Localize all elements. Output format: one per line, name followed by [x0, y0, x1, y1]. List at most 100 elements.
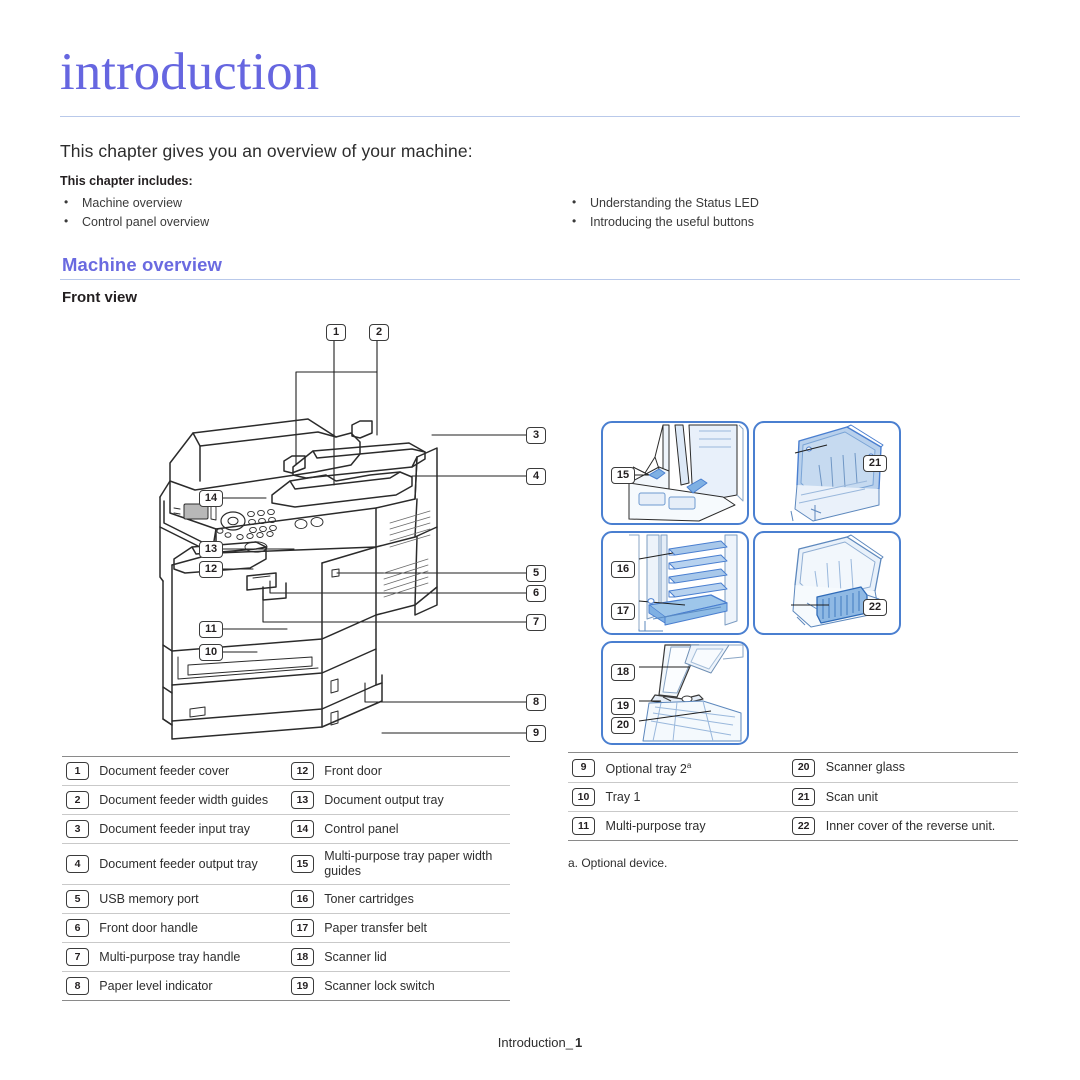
- footer-label: Introduction_: [497, 1035, 573, 1050]
- list-item[interactable]: Introducing the useful buttons: [568, 212, 1008, 231]
- section-divider: [60, 279, 1020, 280]
- part-label: Scanner lid: [324, 949, 387, 964]
- list-item[interactable]: Machine overview: [60, 193, 520, 212]
- table-row: 2 Document feeder width guides 13 Docume…: [62, 785, 510, 815]
- chapter-lead-text: This chapter gives you an overview of yo…: [60, 141, 473, 161]
- chapter-includes-list-left: Machine overview Control panel overview: [60, 193, 520, 232]
- part-number-cell: 4: [62, 844, 99, 885]
- part-number-cell: 3: [62, 815, 99, 844]
- callout-badge-4: 4: [526, 468, 546, 485]
- list-item[interactable]: Control panel overview: [60, 212, 520, 231]
- num-badge: 16: [290, 890, 314, 908]
- reverse-unit-drawing: [791, 534, 884, 628]
- part-number-cell: 5: [62, 885, 99, 914]
- part-label: Document feeder cover: [99, 763, 230, 778]
- part-label: Document feeder input tray: [99, 821, 251, 836]
- table-row: 3 Document feeder input tray 14 Control …: [62, 814, 510, 844]
- part-label: Toner cartridges: [324, 891, 414, 906]
- parts-table-left: 1 Document feeder cover 12 Front door 2 …: [62, 756, 510, 1001]
- part-label: Multi-purpose tray: [606, 812, 789, 841]
- part-number-cell: 17: [287, 914, 324, 943]
- callout-badge-14: 14: [199, 490, 223, 507]
- num-badge: 18: [290, 948, 314, 966]
- table-row: 1 Document feeder cover 12 Front door: [62, 756, 510, 786]
- footer-page-number: 1: [574, 1035, 583, 1050]
- callout-badge-16: 16: [611, 561, 635, 578]
- part-label: Inner cover of the reverse unit.: [825, 818, 996, 833]
- scan-unit-drawing: [790, 424, 884, 522]
- num-badge: 3: [66, 820, 89, 838]
- list-item[interactable]: Understanding the Status LED: [568, 193, 1008, 212]
- callout-badge-19: 19: [611, 698, 635, 715]
- part-number-cell: 9: [568, 753, 606, 783]
- part-label: Optional tray 2a: [606, 753, 789, 783]
- printer-illustration: [159, 340, 527, 740]
- num-badge: 11: [572, 817, 595, 836]
- part-label: Paper level indicator: [99, 978, 213, 993]
- callout-badge-3: 3: [526, 427, 546, 444]
- part-number-cell: 20: [788, 753, 826, 783]
- part-label: Document output tray: [324, 792, 444, 807]
- callout-badge-12: 12: [199, 561, 223, 578]
- part-number-cell: 10: [568, 783, 606, 812]
- num-badge: 9: [572, 758, 595, 777]
- table-row: 4 Document feeder output tray 15 Multi-p…: [62, 843, 510, 885]
- part-label-text: Multi-purpose tray: [605, 818, 706, 833]
- table-row: 8 Paper level indicator 19 Scanner lock …: [62, 971, 510, 1001]
- num-badge: 17: [290, 919, 314, 937]
- part-label: Multi-purpose tray paper width guides: [324, 849, 493, 878]
- callout-badge-1: 1: [326, 324, 346, 341]
- callout-badge-20: 20: [611, 717, 635, 734]
- num-badge: 15: [290, 855, 314, 873]
- detail-panel-scanner-glass: 18 19 20: [601, 641, 749, 745]
- part-number-cell: 19: [287, 972, 324, 1001]
- num-badge: 7: [66, 948, 89, 966]
- callout-badge-10: 10: [199, 644, 223, 661]
- callout-badge-6: 6: [526, 585, 546, 602]
- num-badge: 19: [290, 977, 314, 995]
- part-label: Document feeder output tray: [99, 856, 258, 871]
- part-number-cell: 15: [287, 844, 324, 885]
- chapter-includes-list-right: Understanding the Status LED Introducing…: [568, 193, 1008, 232]
- part-label: USB memory port: [99, 891, 199, 906]
- part-number-cell: 18: [287, 943, 324, 972]
- part-number-cell: 14: [287, 815, 324, 844]
- table-row: 7 Multi-purpose tray handle 18 Scanner l…: [62, 942, 510, 972]
- part-number-cell: 1: [62, 757, 99, 786]
- table-row: 9 Optional tray 2a 20 Scanner glass: [568, 752, 1018, 783]
- callout-badge-7: 7: [526, 614, 546, 631]
- footnote-marker: a: [686, 761, 692, 770]
- num-badge: 6: [66, 919, 89, 937]
- front-view-figure: 1 2 3 4 5 6 7 8 9 10 11 12 13 14 15 21 1…: [60, 315, 1020, 745]
- part-label: Scanner lock switch: [324, 978, 435, 993]
- part-label: Scan unit: [825, 789, 878, 804]
- document-page: introduction This chapter gives you an o…: [0, 0, 1080, 1080]
- callout-badge-15: 15: [611, 467, 635, 484]
- num-badge: 10: [572, 788, 595, 807]
- part-number-cell: 11: [568, 812, 606, 841]
- part-number-cell: 7: [62, 943, 99, 972]
- num-badge: 12: [290, 762, 314, 780]
- title-divider: [60, 116, 1020, 117]
- callout-badge-22: 22: [863, 599, 887, 616]
- callout-badge-9: 9: [526, 725, 546, 742]
- detail-panel-mp-tray-guides: 15: [601, 421, 749, 525]
- part-label: Multi-purpose tray handle: [99, 949, 241, 964]
- part-number-cell: 21: [788, 783, 826, 812]
- callout-badge-11: 11: [199, 621, 223, 638]
- part-label: Scanner glass: [825, 760, 905, 775]
- callout-badge-17: 17: [611, 603, 635, 620]
- sub-heading-front-view: Front view: [62, 289, 138, 306]
- chapter-includes-label: This chapter includes:: [60, 174, 193, 188]
- table-row: 11 Multi-purpose tray 22 Inner cover of …: [568, 811, 1018, 841]
- callout-badge-8: 8: [526, 694, 546, 711]
- num-badge: 20: [792, 758, 816, 777]
- num-badge: 5: [66, 890, 89, 908]
- part-label-text: Tray 1: [605, 789, 641, 804]
- part-number-cell: 6: [62, 914, 99, 943]
- num-badge: 13: [290, 791, 314, 809]
- callout-badge-2: 2: [369, 324, 389, 341]
- callout-badge-18: 18: [611, 664, 635, 681]
- detail-panel-toner-belt: 16 17: [601, 531, 749, 635]
- num-badge: 1: [66, 762, 89, 780]
